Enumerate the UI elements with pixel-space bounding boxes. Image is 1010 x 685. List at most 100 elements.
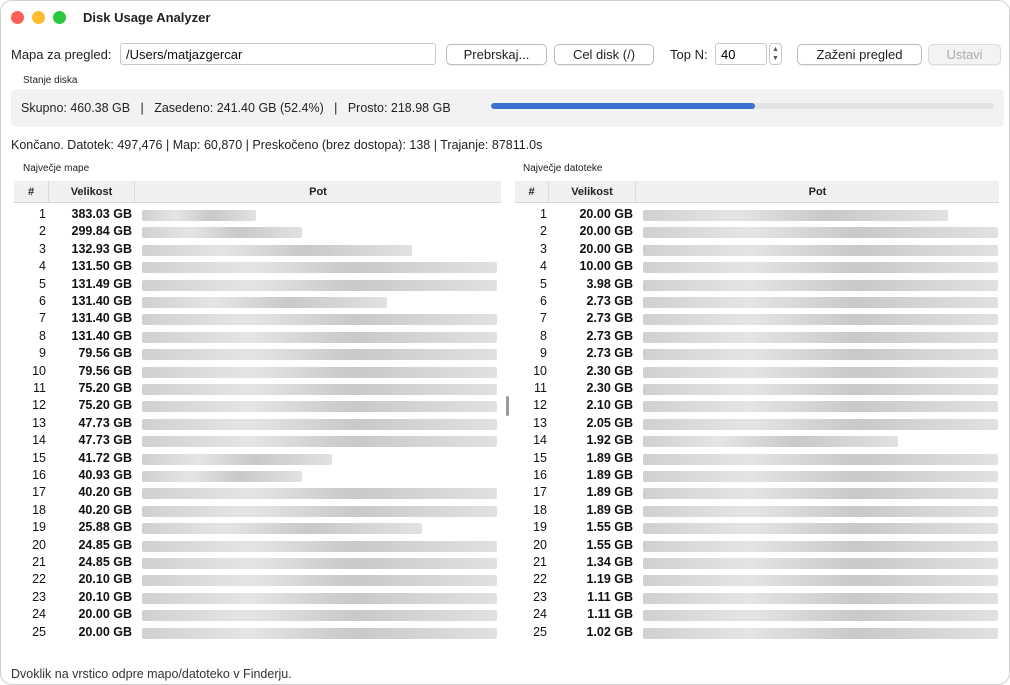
table-row[interactable]: 17 40.20 GB: [14, 485, 501, 502]
table-row[interactable]: 19 1.55 GB: [515, 520, 999, 537]
table-row[interactable]: 15 41.72 GB: [14, 451, 501, 468]
table-row[interactable]: 14 1.92 GB: [515, 433, 999, 450]
row-index: 7: [39, 311, 46, 326]
row-size: 1.34 GB: [586, 555, 633, 569]
col-size-header[interactable]: Velikost: [49, 181, 135, 203]
row-size: 132.93 GB: [71, 241, 132, 256]
table-row[interactable]: 3 20.00 GB: [515, 242, 999, 259]
table-row[interactable]: 1 20.00 GB: [515, 207, 999, 224]
row-index: 7: [540, 311, 547, 326]
table-row[interactable]: 3 132.93 GB: [14, 242, 501, 259]
topn-input[interactable]: [715, 43, 767, 65]
table-row[interactable]: 24 20.00 GB: [14, 607, 501, 624]
row-size: 1.92 GB: [586, 433, 633, 448]
table-row[interactable]: 20 1.55 GB: [515, 538, 999, 555]
largest-folders-table[interactable]: # Velikost Pot 1 383.03 GB 2 299.84 GB 3 132.…: [14, 181, 501, 651]
table-row[interactable]: 2 20.00 GB: [515, 224, 999, 241]
table-row[interactable]: 4 10.00 GB: [515, 259, 999, 276]
row-size: 3.98 GB: [586, 276, 633, 291]
col-path-header[interactable]: Pot: [636, 181, 999, 203]
row-index: 10: [32, 363, 46, 378]
row-path-redacted: [643, 279, 998, 291]
table-row[interactable]: 20 24.85 GB: [14, 538, 501, 555]
row-path-redacted: [643, 331, 998, 343]
title-bar: Disk Usage Analyzer: [1, 1, 1009, 33]
row-index: 8: [39, 328, 46, 343]
col-path-header[interactable]: Pot: [135, 181, 501, 203]
run-scan-button[interactable]: Zaženi pregled: [797, 44, 922, 65]
row-index: 23: [32, 589, 46, 604]
row-path-redacted: [142, 592, 497, 604]
table-row[interactable]: 23 1.11 GB: [515, 590, 999, 607]
table-row[interactable]: 21 1.34 GB: [515, 555, 999, 572]
whole-disk-button[interactable]: Cel disk (/): [554, 44, 654, 65]
table-row[interactable]: 22 1.19 GB: [515, 572, 999, 589]
row-index: 12: [32, 398, 46, 413]
files-table-header: # Velikost Pot: [515, 181, 999, 203]
zoom-window-button[interactable]: [53, 11, 66, 24]
col-size-header[interactable]: Velikost: [549, 181, 636, 203]
table-row[interactable]: 16 1.89 GB: [515, 468, 999, 485]
table-row[interactable]: 8 2.73 GB: [515, 329, 999, 346]
table-row[interactable]: 18 40.20 GB: [14, 503, 501, 520]
row-index: 20: [32, 537, 46, 552]
table-row[interactable]: 7 131.40 GB: [14, 311, 501, 328]
row-path-redacted: [142, 297, 387, 308]
browse-button[interactable]: Prebrskaj...: [446, 44, 547, 65]
row-index: 16: [533, 468, 547, 482]
table-row[interactable]: 2 299.84 GB: [14, 224, 501, 241]
row-path-redacted: [142, 610, 497, 622]
table-row[interactable]: 16 40.93 GB: [14, 468, 501, 485]
table-row[interactable]: 5 3.98 GB: [515, 277, 999, 294]
table-row[interactable]: 23 20.10 GB: [14, 590, 501, 607]
table-row[interactable]: 13 2.05 GB: [515, 416, 999, 433]
topn-stepper[interactable]: ▲ ▼: [769, 43, 782, 65]
col-index-header[interactable]: #: [14, 181, 49, 203]
table-row[interactable]: 25 20.00 GB: [14, 625, 501, 642]
table-row[interactable]: 15 1.89 GB: [515, 451, 999, 468]
table-row[interactable]: 12 2.10 GB: [515, 398, 999, 415]
table-row[interactable]: 9 2.73 GB: [515, 346, 999, 363]
table-row[interactable]: 9 79.56 GB: [14, 346, 501, 363]
row-path-redacted: [643, 575, 998, 587]
table-row[interactable]: 13 47.73 GB: [14, 416, 501, 433]
row-path-redacted: [142, 262, 497, 274]
table-row[interactable]: 25 1.02 GB: [515, 625, 999, 642]
largest-files-table[interactable]: # Velikost Pot 1 20.00 GB 2 20.00 GB 3 20.00 …: [515, 181, 999, 651]
table-row[interactable]: 6 2.73 GB: [515, 294, 999, 311]
row-size: 2.73 GB: [586, 294, 633, 308]
row-size: 40.20 GB: [78, 502, 132, 517]
row-index: 11: [33, 381, 46, 395]
table-row[interactable]: 7 2.73 GB: [515, 311, 999, 328]
row-path-redacted: [142, 627, 497, 639]
col-index-header[interactable]: #: [515, 181, 549, 203]
minimize-window-button[interactable]: [32, 11, 45, 24]
table-row[interactable]: 10 79.56 GB: [14, 364, 501, 381]
table-row[interactable]: 1 383.03 GB: [14, 207, 501, 224]
stop-button[interactable]: Ustavi: [928, 44, 1001, 65]
close-window-button[interactable]: [11, 11, 24, 24]
table-row[interactable]: 5 131.49 GB: [14, 277, 501, 294]
table-row[interactable]: 11 2.30 GB: [515, 381, 999, 398]
folders-scrollbar[interactable]: [506, 396, 509, 416]
row-path-redacted: [142, 558, 497, 569]
table-row[interactable]: 24 1.11 GB: [515, 607, 999, 624]
row-size: 20.00 GB: [78, 624, 132, 639]
table-row[interactable]: 6 131.40 GB: [14, 294, 501, 311]
table-row[interactable]: 11 75.20 GB: [14, 381, 501, 398]
table-row[interactable]: 18 1.89 GB: [515, 503, 999, 520]
table-row[interactable]: 22 20.10 GB: [14, 572, 501, 589]
row-path-redacted: [643, 384, 998, 395]
row-path-redacted: [643, 210, 948, 221]
table-row[interactable]: 14 47.73 GB: [14, 433, 501, 450]
table-row[interactable]: 8 131.40 GB: [14, 329, 501, 346]
row-size: 1.55 GB: [586, 520, 633, 535]
table-row[interactable]: 19 25.88 GB: [14, 520, 501, 537]
table-row[interactable]: 12 75.20 GB: [14, 398, 501, 415]
folder-path-input[interactable]: [120, 43, 436, 65]
table-row[interactable]: 4 131.50 GB: [14, 259, 501, 276]
table-row[interactable]: 21 24.85 GB: [14, 555, 501, 572]
row-path-redacted: [643, 262, 998, 274]
table-row[interactable]: 17 1.89 GB: [515, 485, 999, 502]
table-row[interactable]: 10 2.30 GB: [515, 364, 999, 381]
